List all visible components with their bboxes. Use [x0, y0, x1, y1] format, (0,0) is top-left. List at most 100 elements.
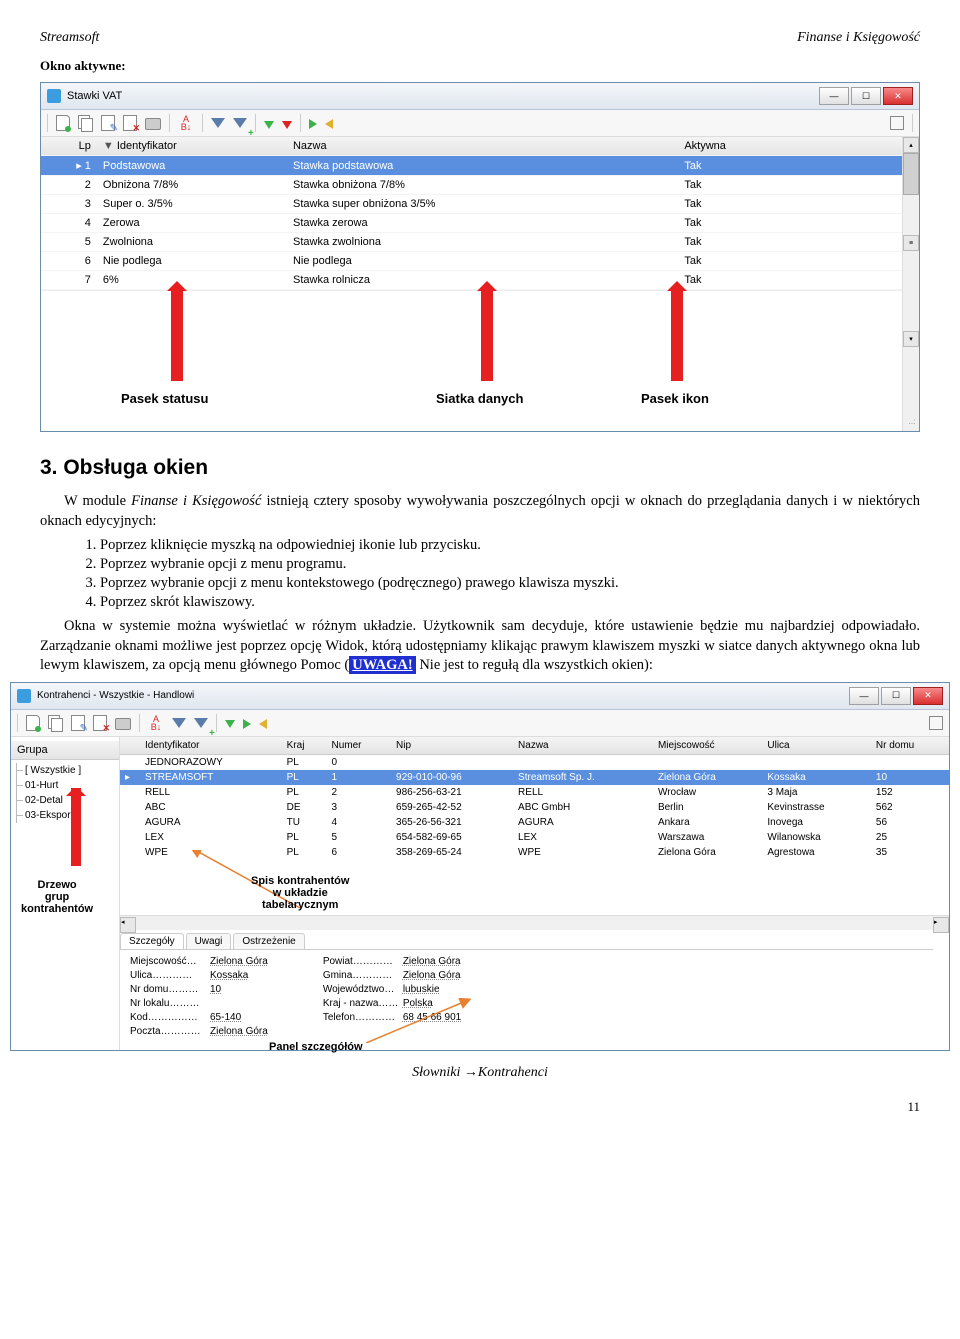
col-nazwa[interactable]: Nazwa	[287, 137, 678, 156]
window-title: Stawki VAT	[67, 90, 817, 102]
detail-row: Powiat…………Zielona Góra	[323, 956, 461, 967]
kontrahenci-table[interactable]: Identyfikator Kraj Numer Nip Nazwa Miejs…	[120, 737, 949, 860]
sort-icon[interactable]: AB↓	[178, 115, 194, 131]
maximize-button[interactable]: ☐	[881, 687, 911, 705]
col-lp[interactable]: Lp	[41, 137, 97, 156]
delete-icon[interactable]	[93, 715, 107, 731]
col-nazwa[interactable]: Nazwa	[513, 737, 653, 755]
tab-szczegoly[interactable]: Szczegóły	[120, 933, 184, 949]
minimize-button[interactable]: —	[819, 87, 849, 105]
arrow-left-icon[interactable]	[259, 719, 267, 729]
toolbar-separator	[300, 114, 301, 132]
col-miejscowosc[interactable]: Miejscowość	[653, 737, 762, 755]
toolbar-separator	[202, 114, 203, 132]
detail-row: Poczta…………Zielona Góra	[130, 1026, 268, 1037]
col-identyfikator[interactable]: Identyfikator	[140, 737, 282, 755]
table-row[interactable]: ▸STREAMSOFTPL1929-010-00-96Streamsoft Sp…	[120, 770, 949, 785]
filter-add-icon[interactable]	[233, 118, 247, 128]
list-item: Poprzez skrót klawiszowy.	[100, 594, 920, 611]
delete-icon[interactable]	[123, 115, 137, 131]
table-row[interactable]: 5ZwolnionaStawka zwolnionaTak	[41, 233, 902, 252]
arrow-siatka-danych	[481, 291, 493, 381]
kontrahenci-window: Kontrahenci - Wszystkie - Handlowi — ☐ ✕…	[10, 682, 950, 1051]
arrow-pasek-statusu	[171, 291, 183, 381]
heading-obsluga-okien: 3. Obsługa okien	[40, 456, 920, 480]
edit-icon[interactable]	[101, 115, 115, 131]
close-button[interactable]: ✕	[913, 687, 943, 705]
tree-item[interactable]: 02-Detal	[11, 793, 119, 808]
tree-item[interactable]: 03-Eksport	[11, 808, 119, 823]
edit-icon[interactable]	[71, 715, 85, 731]
page-number: 11	[40, 1099, 920, 1115]
detail-row: Kod……………65-140	[130, 1012, 268, 1023]
filter-icon[interactable]	[172, 718, 186, 728]
col-nr-domu[interactable]: Nr domu	[871, 737, 949, 755]
filter-icon[interactable]	[211, 118, 225, 128]
arrow-right-icon[interactable]	[309, 119, 317, 129]
table-row[interactable]: LEXPL5654-582-69-65LEXWarszawaWilanowska…	[120, 830, 949, 845]
col-numer[interactable]: Numer	[326, 737, 391, 755]
copy-icon[interactable]	[78, 115, 93, 131]
table-row[interactable]: 4ZerowaStawka zerowaTak	[41, 214, 902, 233]
app-icon	[47, 89, 61, 103]
sort-icon[interactable]: AB↓	[148, 715, 164, 731]
table-row[interactable]: JEDNORAZOWYPL0	[120, 754, 949, 770]
table-row[interactable]: ABCDE3659-265-42-52ABC GmbHBerlinKevinst…	[120, 800, 949, 815]
tree-header: Grupa	[11, 741, 119, 760]
detail-row: Gmina…………Zielona Góra	[323, 970, 461, 981]
filter-add-icon[interactable]	[194, 718, 208, 728]
detail-row: Nr lokalu………	[130, 998, 268, 1009]
paragraph-2: Okna w systemie można wyświetlać w różny…	[40, 617, 920, 676]
table-row[interactable]: ▸ 1PodstawowaStawka podstawowaTak	[41, 156, 902, 176]
new-icon[interactable]	[26, 715, 40, 731]
arrow-down-red-icon[interactable]	[282, 121, 292, 129]
minimize-button[interactable]: —	[849, 687, 879, 705]
view-list-icon[interactable]	[890, 116, 904, 130]
close-button[interactable]: ✕	[883, 87, 913, 105]
table-row[interactable]: 3Super o. 3/5%Stawka super obniżona 3/5%…	[41, 195, 902, 214]
toolbar-separator	[912, 114, 913, 132]
tree-item[interactable]: [ Wszystkie ]	[11, 763, 119, 778]
arrow-right-icon[interactable]	[243, 719, 251, 729]
copy-icon[interactable]	[48, 715, 63, 731]
view-list-icon[interactable]	[929, 716, 943, 730]
toolbar-separator	[216, 714, 217, 732]
label-panel-szczegolow: Panel szczegółów	[269, 1041, 363, 1053]
print-icon[interactable]	[145, 118, 161, 130]
stawki-vat-window: Stawki VAT — ☐ ✕ AB↓ Lp ▼ Identyfika	[40, 82, 920, 432]
table-row[interactable]: RELLPL2986-256-63-21RELLWrocław3 Maja152	[120, 785, 949, 800]
arrow-down-green-icon[interactable]	[264, 121, 274, 129]
maximize-button[interactable]: ☐	[851, 87, 881, 105]
tree-item[interactable]: 01-Hurt	[11, 778, 119, 793]
col-kraj[interactable]: Kraj	[282, 737, 327, 755]
arrow-pasek-ikon	[671, 291, 683, 381]
list-item: Poprzez wybranie opcji z menu programu.	[100, 556, 920, 573]
horizontal-scrollbar[interactable]: ◂ ▸	[120, 915, 949, 930]
app-icon	[17, 689, 31, 703]
table-row[interactable]: 2Obniżona 7/8%Stawka obniżona 7/8%Tak	[41, 176, 902, 195]
arrow-down-green-icon[interactable]	[225, 720, 235, 728]
print-icon[interactable]	[115, 718, 131, 730]
detail-row: Ulica…………Kossaka	[130, 970, 268, 981]
list-item: Poprzez kliknięcie myszką na odpowiednie…	[100, 537, 920, 554]
new-icon[interactable]	[56, 115, 70, 131]
header-left: Streamsoft	[40, 30, 99, 46]
col-ulica[interactable]: Ulica	[762, 737, 871, 755]
col-aktywna[interactable]: Aktywna	[678, 137, 902, 156]
table-row[interactable]: AGURATU4365-26-56-321AGURAAnkaraInovega5…	[120, 815, 949, 830]
vat-grid[interactable]: Lp ▼ Identyfikator Nazwa Aktywna ▸ 1Pods…	[41, 137, 902, 290]
method-list: Poprzez kliknięcie myszką na odpowiednie…	[40, 537, 920, 611]
table-row[interactable]: 6Nie podlegaNie podlegaTak	[41, 252, 902, 271]
tab-uwagi[interactable]: Uwagi	[186, 933, 232, 949]
arrow-left-icon[interactable]	[325, 119, 333, 129]
toolbar-separator	[255, 114, 256, 132]
col-identyfikator[interactable]: ▼ Identyfikator	[97, 137, 287, 156]
col-nip[interactable]: Nip	[391, 737, 513, 755]
tab-ostrzezenie[interactable]: Ostrzeżenie	[233, 933, 304, 949]
header-right: Finanse i Księgowość	[797, 30, 920, 46]
vertical-scrollbar[interactable]: ▴ ≡ ▾ ..:	[902, 137, 919, 431]
window-title: Kontrahenci - Wszystkie - Handlowi	[37, 690, 847, 701]
list-item: Poprzez wybranie opcji z menu kontekstow…	[100, 575, 920, 592]
detail-row: Miejscowość…Zielona Góra	[130, 956, 268, 967]
toolbar-separator	[47, 114, 48, 132]
